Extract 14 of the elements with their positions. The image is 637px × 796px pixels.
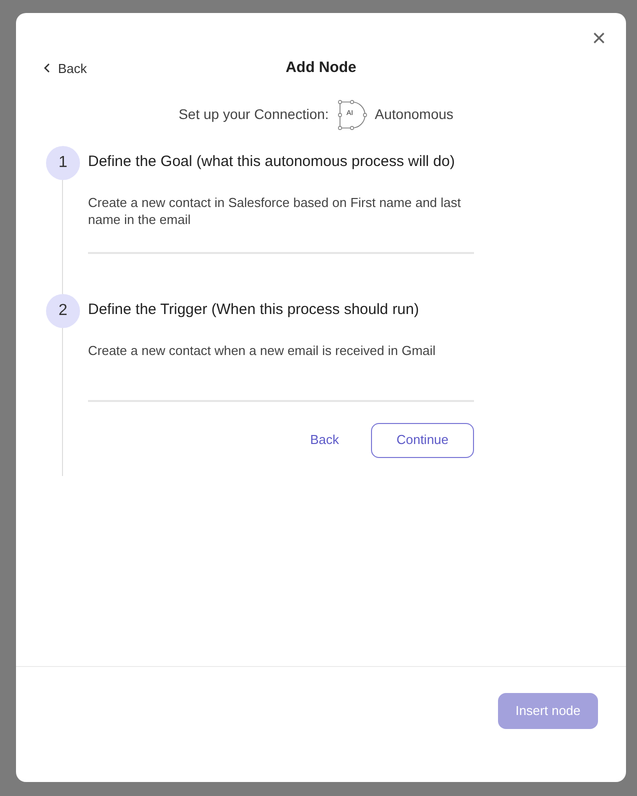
text-area[interactable]: Create a new contact in Salesforce based on First name and last name in the email — [88, 194, 474, 254]
back-link[interactable]: Back — [44, 58, 134, 78]
back-button[interactable]: Back — [298, 422, 351, 458]
text-area[interactable]: Create a new contact when a new email is received in Gmail — [88, 342, 474, 402]
continue-button[interactable]: Continue — [371, 422, 474, 458]
chevron-left-icon — [44, 63, 50, 74]
step-number: 1 — [46, 146, 80, 180]
connection-type: Autonomous — [374, 105, 454, 124]
step-title: Define the Goal (what this autonomous process will do) — [88, 152, 455, 172]
subtitle: Set up your Connection: — [178, 105, 329, 124]
dialog-title: Add Node — [286, 58, 356, 78]
close-button[interactable]: × — [592, 27, 606, 51]
step-number: 2 — [46, 294, 80, 328]
step-title: Define the Trigger (When this process should run) — [88, 300, 419, 320]
